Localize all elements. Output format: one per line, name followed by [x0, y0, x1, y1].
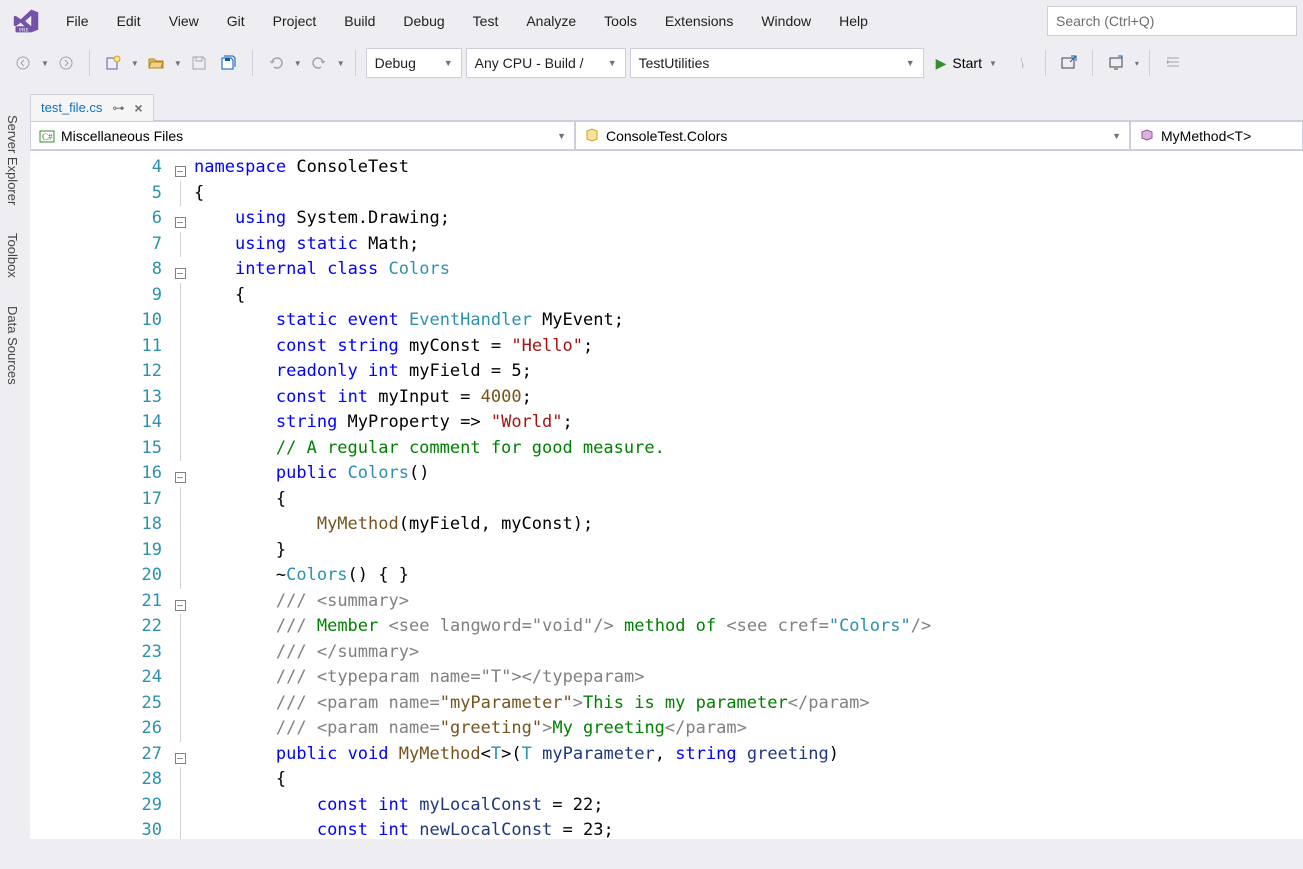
method-icon	[1139, 128, 1155, 144]
menu-file[interactable]: File	[52, 7, 103, 35]
svg-text:C#: C#	[42, 132, 53, 142]
code-editor[interactable]: 4567891011121314151617181920212223242526…	[30, 150, 1303, 839]
nav-member-combo[interactable]: MyMethod<T>	[1130, 121, 1303, 150]
main-toolbar: ▼ ▼ ▼ ▼ ▼ Debug▼ Any CPU - Build /▼ Test…	[0, 42, 1303, 84]
start-button[interactable]: ▶Start▼	[928, 48, 1005, 78]
menu-help[interactable]: Help	[825, 7, 882, 35]
menu-window[interactable]: Window	[747, 7, 825, 35]
document-tab-well: test_file.cs ⊶ ×	[30, 84, 1303, 120]
hot-reload-button[interactable]	[1009, 50, 1035, 76]
file-tab[interactable]: test_file.cs ⊶ ×	[30, 94, 154, 121]
save-button[interactable]	[186, 50, 212, 76]
config-combo[interactable]: Debug▼	[366, 48, 462, 78]
nav-class-combo[interactable]: ConsoleTest.Colors▼	[575, 121, 1130, 150]
menu-view[interactable]: View	[155, 7, 213, 35]
menu-bar: PRE File Edit View Git Project Build Deb…	[0, 0, 1303, 42]
code-content[interactable]: namespace ConsoleTest{ using System.Draw…	[190, 151, 931, 839]
search-input[interactable]: Search (Ctrl+Q)	[1047, 6, 1297, 36]
csharp-project-icon: C#	[39, 128, 55, 144]
live-share-button[interactable]	[1103, 50, 1129, 76]
menu-project[interactable]: Project	[259, 7, 331, 35]
file-tab-label: test_file.cs	[41, 100, 102, 115]
nav-forward-button[interactable]	[53, 50, 79, 76]
nav-scope-combo[interactable]: C# Miscellaneous Files▼	[30, 121, 575, 150]
chevron-down-icon[interactable]: ▼	[41, 59, 49, 68]
class-icon	[584, 128, 600, 144]
vs-logo: PRE	[10, 5, 42, 37]
line-number-gutter: 4567891011121314151617181920212223242526…	[30, 151, 170, 839]
chevron-down-icon[interactable]: ▼	[174, 59, 182, 68]
menu-analyze[interactable]: Analyze	[512, 7, 590, 35]
indent-button[interactable]	[1160, 50, 1186, 76]
menu-tools[interactable]: Tools	[590, 7, 651, 35]
menu-extensions[interactable]: Extensions	[651, 7, 747, 35]
close-icon[interactable]: ×	[134, 100, 142, 116]
sidebar-tab-data-sources[interactable]: Data Sources	[0, 295, 24, 396]
navigation-bar: C# Miscellaneous Files▼ ConsoleTest.Colo…	[30, 120, 1303, 150]
browse-button[interactable]	[1056, 50, 1082, 76]
menu-build[interactable]: Build	[330, 7, 389, 35]
menu-debug[interactable]: Debug	[389, 7, 458, 35]
play-icon: ▶	[936, 55, 947, 72]
menu-edit[interactable]: Edit	[103, 7, 155, 35]
svg-text:PRE: PRE	[19, 28, 29, 34]
save-all-button[interactable]	[216, 50, 242, 76]
open-button[interactable]	[143, 50, 169, 76]
menu-git[interactable]: Git	[213, 7, 259, 35]
startup-combo[interactable]: TestUtilities▼	[630, 48, 924, 78]
undo-button[interactable]	[263, 50, 289, 76]
sidebar-tabs: Server Explorer Toolbox Data Sources	[0, 104, 24, 396]
fold-column[interactable]: −−−−−−	[170, 151, 190, 839]
chevron-down-icon[interactable]: ▼	[337, 59, 345, 68]
redo-button[interactable]	[306, 50, 332, 76]
menu-test[interactable]: Test	[459, 7, 513, 35]
sidebar-tab-server-explorer[interactable]: Server Explorer	[0, 104, 24, 216]
pin-icon[interactable]: ⊶	[112, 101, 124, 115]
platform-combo[interactable]: Any CPU - Build /▼	[466, 48, 626, 78]
new-item-button[interactable]	[100, 50, 126, 76]
chevron-down-icon[interactable]: ▼	[294, 59, 302, 68]
sidebar-tab-toolbox[interactable]: Toolbox	[0, 222, 24, 289]
overflow-icon[interactable]: ▾	[1135, 59, 1139, 68]
chevron-down-icon[interactable]: ▼	[131, 59, 139, 68]
nav-back-button[interactable]	[10, 50, 36, 76]
